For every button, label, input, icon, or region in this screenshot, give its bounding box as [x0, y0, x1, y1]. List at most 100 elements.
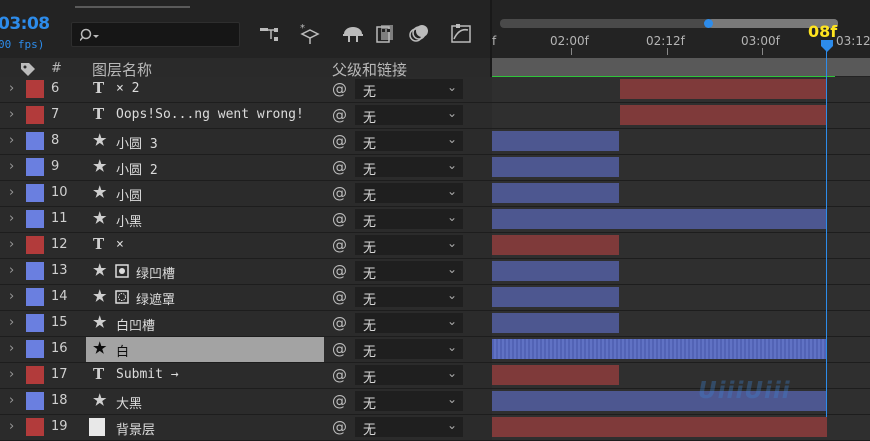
pickwhip-icon[interactable]: @	[332, 340, 347, 358]
layer-name[interactable]: 绿遮罩	[136, 289, 175, 308]
layer-duration-bar[interactable]	[492, 365, 619, 385]
layer-duration-bar[interactable]	[620, 79, 827, 99]
layer-duration-bar[interactable]	[492, 417, 827, 437]
parent-dropdown[interactable]: 无 ⌄	[355, 209, 463, 230]
layer-row[interactable]: › 8 ★ 小圆 3 @ 无 ⌄	[0, 129, 870, 155]
layer-name-cell[interactable]: ★ 白	[86, 337, 324, 362]
layer-duration-bar[interactable]	[492, 339, 827, 359]
expand-chevron-icon[interactable]: ›	[9, 211, 14, 226]
playhead-handle[interactable]	[820, 39, 834, 53]
layer-duration-bar[interactable]	[492, 235, 619, 255]
mask-dotted-icon[interactable]	[115, 290, 129, 304]
parent-dropdown[interactable]: 无 ⌄	[355, 157, 463, 178]
layer-duration-bar[interactable]	[492, 287, 619, 307]
layer-timeline-track[interactable]	[492, 155, 870, 180]
label-color-swatch[interactable]	[26, 184, 44, 202]
label-color-swatch[interactable]	[26, 80, 44, 98]
pickwhip-icon[interactable]: @	[332, 262, 347, 280]
layer-duration-bar[interactable]	[492, 209, 827, 229]
expand-chevron-icon[interactable]: ›	[9, 159, 14, 174]
layer-row[interactable]: › 9 ★ 小圆 2 @ 无 ⌄	[0, 155, 870, 181]
layer-name[interactable]: Submit →	[116, 367, 179, 382]
shy-layer-icon[interactable]	[340, 22, 366, 46]
label-color-swatch[interactable]	[26, 366, 44, 384]
label-color-swatch[interactable]	[26, 418, 44, 436]
layer-row[interactable]: › 16 ★ 白 @ 无 ⌄	[0, 337, 870, 363]
layer-duration-bar[interactable]	[492, 313, 619, 333]
expand-chevron-icon[interactable]: ›	[9, 107, 14, 122]
pickwhip-icon[interactable]: @	[332, 392, 347, 410]
layer-name[interactable]: 大黑	[116, 393, 142, 412]
layer-name-cell[interactable]: 背景层	[86, 415, 324, 440]
layer-row[interactable]: › 19 背景层 @ 无 ⌄	[0, 415, 870, 441]
layer-timeline-track[interactable]	[492, 233, 870, 258]
layer-name[interactable]: 小黑	[116, 211, 142, 230]
expand-chevron-icon[interactable]: ›	[9, 341, 14, 356]
pickwhip-icon[interactable]: @	[332, 210, 347, 228]
parent-dropdown[interactable]: 无 ⌄	[355, 287, 463, 308]
expand-chevron-icon[interactable]: ›	[9, 237, 14, 252]
pickwhip-icon[interactable]: @	[332, 236, 347, 254]
label-color-swatch[interactable]	[26, 340, 44, 358]
layer-name[interactable]: 小圆 3	[116, 133, 158, 152]
layer-name-cell[interactable]: ★ 小圆 2	[86, 155, 324, 180]
layer-timeline-track[interactable]	[492, 415, 870, 440]
layer-name[interactable]: 小圆	[116, 185, 142, 204]
mask-icon[interactable]	[115, 264, 129, 278]
layer-row[interactable]: › 13 ★ 绿凹槽 @ 无 ⌄	[0, 259, 870, 285]
current-time-indicator[interactable]	[826, 48, 827, 417]
layer-duration-bar[interactable]	[492, 183, 619, 203]
label-color-swatch[interactable]	[26, 158, 44, 176]
layer-name-cell[interactable]: ★ 小黑	[86, 207, 324, 232]
layer-name[interactable]: 小圆 2	[116, 159, 158, 178]
label-color-swatch[interactable]	[26, 210, 44, 228]
label-color-swatch[interactable]	[26, 236, 44, 254]
layer-timeline-track[interactable]	[492, 207, 870, 232]
expand-chevron-icon[interactable]: ›	[9, 133, 14, 148]
graph-editor-icon[interactable]	[449, 22, 475, 46]
expand-chevron-icon[interactable]: ›	[9, 367, 14, 382]
parent-dropdown[interactable]: 无 ⌄	[355, 313, 463, 334]
layer-name[interactable]: 白	[116, 341, 129, 360]
layer-timeline-track[interactable]	[492, 389, 870, 414]
layer-name-cell[interactable]: ★ 小圆	[86, 181, 324, 206]
layer-name-cell[interactable]: ★ 大黑	[86, 389, 324, 414]
layer-timeline-track[interactable]	[492, 77, 870, 102]
parent-dropdown[interactable]: 无 ⌄	[355, 339, 463, 360]
expand-chevron-icon[interactable]: ›	[9, 185, 14, 200]
layer-timeline-track[interactable]	[492, 285, 870, 310]
layer-name-cell[interactable]: ★ 白凹槽	[86, 311, 324, 336]
parent-dropdown[interactable]: 无 ⌄	[355, 105, 463, 126]
expand-chevron-icon[interactable]: ›	[9, 419, 14, 434]
layer-search-input[interactable]	[71, 22, 240, 47]
layer-name-cell[interactable]: ★ 小圆 3	[86, 129, 324, 154]
parent-dropdown[interactable]: 无 ⌄	[355, 365, 463, 386]
label-color-swatch[interactable]	[26, 392, 44, 410]
layer-timeline-track[interactable]	[492, 259, 870, 284]
pickwhip-icon[interactable]: @	[332, 184, 347, 202]
layer-name[interactable]: 背景层	[116, 419, 155, 438]
pickwhip-icon[interactable]: @	[332, 418, 347, 436]
layer-duration-bar[interactable]	[492, 261, 619, 281]
pickwhip-icon[interactable]: @	[332, 288, 347, 306]
parent-dropdown[interactable]: 无 ⌄	[355, 391, 463, 412]
layer-name[interactable]: 白凹槽	[116, 315, 155, 334]
layer-timeline-track[interactable]	[492, 181, 870, 206]
layer-row[interactable]: › 10 ★ 小圆 @ 无 ⌄	[0, 181, 870, 207]
layer-row[interactable]: › 15 ★ 白凹槽 @ 无 ⌄	[0, 311, 870, 337]
time-navigator-start-handle[interactable]	[704, 19, 713, 28]
layer-duration-bar[interactable]	[492, 157, 619, 177]
parent-dropdown[interactable]: 无 ⌄	[355, 183, 463, 204]
layer-timeline-track[interactable]	[492, 363, 870, 388]
pickwhip-icon[interactable]: @	[332, 106, 347, 124]
layer-name-cell[interactable]: T × 2	[86, 77, 324, 102]
layer-name[interactable]: Oops!So...ng went wrong!	[116, 107, 304, 122]
pickwhip-icon[interactable]: @	[332, 80, 347, 98]
pickwhip-icon[interactable]: @	[332, 314, 347, 332]
layer-timeline-track[interactable]	[492, 103, 870, 128]
layer-row[interactable]: › 6 T × 2 @ 无 ⌄	[0, 77, 870, 103]
layer-name-cell[interactable]: T ×	[86, 233, 324, 258]
layer-name-cell[interactable]: ★ 绿凹槽	[86, 259, 324, 284]
solo-sparkle-icon[interactable]: *	[298, 22, 324, 46]
label-color-swatch[interactable]	[26, 106, 44, 124]
